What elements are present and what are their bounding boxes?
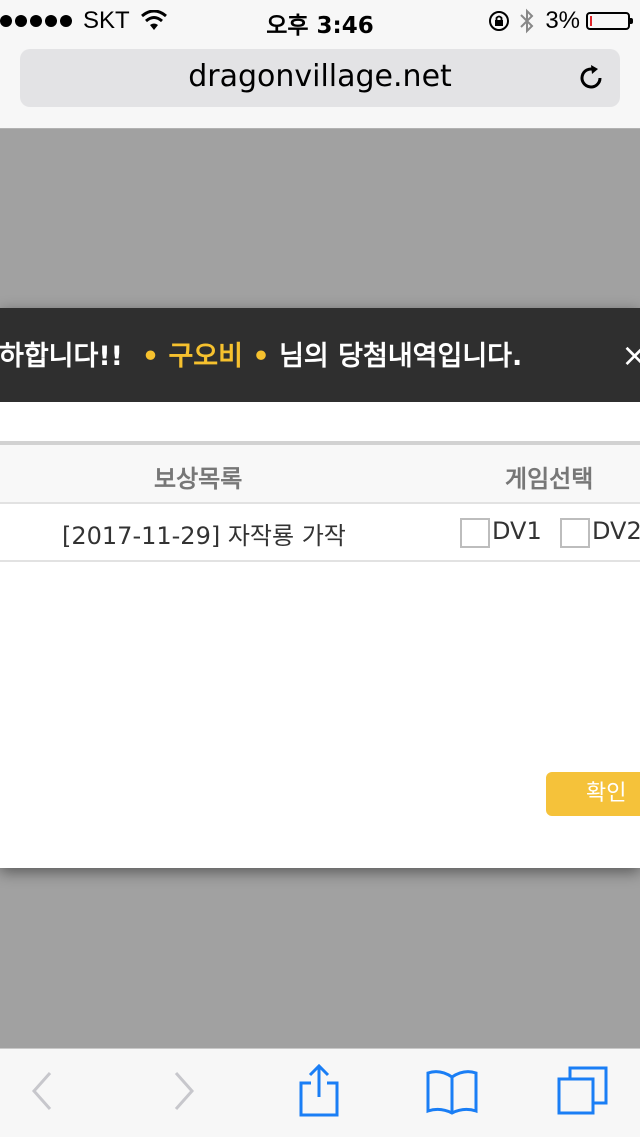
dv1-label[interactable]: DV1 bbox=[492, 517, 542, 545]
bookmarks-icon[interactable] bbox=[424, 1067, 480, 1117]
url-text[interactable]: dragonvillage.net bbox=[20, 59, 620, 94]
status-right: 3% bbox=[487, 7, 633, 35]
bluetooth-icon bbox=[520, 8, 534, 34]
rotation-lock-icon bbox=[489, 11, 510, 31]
share-icon[interactable] bbox=[297, 1063, 341, 1119]
battery-percent: 3% bbox=[545, 7, 580, 34]
reward-name: [2017-11-29] 자작룡 가작 bbox=[62, 522, 346, 550]
title-suffix: 님의 당첨내역입니다. bbox=[279, 341, 523, 372]
winner-modal: 하합니다!! • 구오비 • 님의 당첨내역입니다. × 보상목록 게임선택 [… bbox=[0, 308, 640, 868]
title-prefix: 하합니다!! bbox=[0, 341, 123, 372]
user-name: • 구오비 • bbox=[141, 341, 270, 372]
browser-bottom-bar bbox=[0, 1048, 640, 1137]
modal-header: 하합니다!! • 구오비 • 님의 당첨내역입니다. × bbox=[0, 308, 640, 402]
address-bar[interactable]: dragonvillage.net bbox=[20, 49, 620, 107]
tabs-icon[interactable] bbox=[556, 1065, 610, 1117]
modal-title: 하합니다!! • 구오비 • 님의 당첨내역입니다. bbox=[0, 334, 522, 373]
confirm-button[interactable]: 확인 bbox=[546, 772, 640, 816]
column-header-reward: 보상목록 bbox=[154, 465, 243, 493]
battery-icon bbox=[586, 12, 633, 30]
dv1-checkbox[interactable] bbox=[460, 518, 490, 548]
forward-icon[interactable] bbox=[170, 1069, 196, 1113]
browser-toolbar: dragonvillage.net bbox=[0, 40, 640, 129]
dv2-checkbox[interactable] bbox=[560, 518, 590, 548]
status-bar: SKT 오후 3:46 3% bbox=[0, 0, 640, 40]
table-header: 보상목록 게임선택 bbox=[0, 445, 640, 504]
reload-icon[interactable] bbox=[576, 63, 606, 93]
close-icon[interactable]: × bbox=[621, 336, 640, 374]
dv2-label[interactable]: DV2 bbox=[592, 517, 640, 545]
column-header-game: 게임선택 bbox=[505, 465, 594, 493]
table-row: [2017-11-29] 자작룡 가작 DV1 DV2 bbox=[0, 504, 640, 562]
back-icon[interactable] bbox=[30, 1069, 56, 1113]
